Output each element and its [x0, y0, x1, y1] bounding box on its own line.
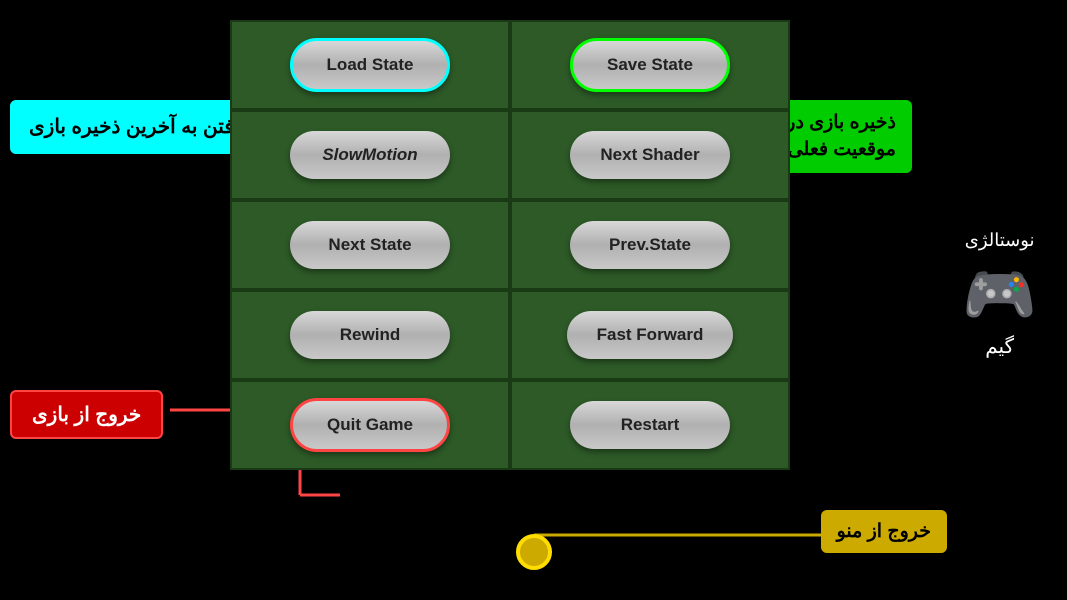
prev-state-button[interactable]: Prev.State — [570, 221, 730, 269]
cell-save-state: Save State — [510, 20, 790, 110]
controller-icon: 🎮 — [962, 259, 1037, 330]
cell-restart: Restart — [510, 380, 790, 470]
button-grid: Load State Save State SlowMotion Next Sh… — [230, 20, 790, 470]
logo-area: نوستالژی 🎮 گیم — [962, 230, 1037, 359]
exit-menu-label: خروج از منو — [821, 510, 947, 553]
quit-game-button[interactable]: Quit Game — [290, 398, 450, 452]
fast-forward-button[interactable]: Fast Forward — [567, 311, 734, 359]
next-shader-button[interactable]: Next Shader — [570, 131, 730, 179]
cell-slow-motion: SlowMotion — [230, 110, 510, 200]
load-state-button[interactable]: Load State — [290, 38, 450, 92]
save-state-label: ذخیره بازی درموقعیت فعلی — [770, 100, 912, 173]
cell-rewind: Rewind — [230, 290, 510, 380]
save-state-button[interactable]: Save State — [570, 38, 730, 92]
logo-subtitle: گیم — [962, 334, 1037, 359]
restart-button[interactable]: Restart — [570, 401, 730, 449]
bottom-circle[interactable] — [516, 534, 552, 570]
next-state-button[interactable]: Next State — [290, 221, 450, 269]
cell-prev-state: Prev.State — [510, 200, 790, 290]
logo-title: نوستالژی — [962, 230, 1037, 251]
quit-game-label: خروج از بازی — [10, 390, 163, 439]
cell-load-state: Load State — [230, 20, 510, 110]
rewind-button[interactable]: Rewind — [290, 311, 450, 359]
cell-fast-forward: Fast Forward — [510, 290, 790, 380]
cell-next-state: Next State — [230, 200, 510, 290]
cell-next-shader: Next Shader — [510, 110, 790, 200]
cell-quit-game: Quit Game — [230, 380, 510, 470]
load-state-label: رفتن به آخرین ذخیره بازی — [10, 100, 263, 154]
slow-motion-button[interactable]: SlowMotion — [290, 131, 450, 179]
